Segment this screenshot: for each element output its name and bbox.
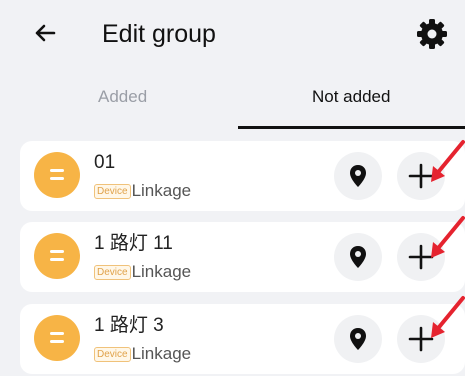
- gear-icon[interactable]: [414, 16, 450, 52]
- tab-not-added[interactable]: Not added: [312, 84, 390, 110]
- tab-added[interactable]: Added: [98, 84, 147, 110]
- location-pin-icon: [350, 165, 366, 187]
- add-device-button[interactable]: [397, 315, 445, 363]
- device-name: 01: [94, 152, 116, 173]
- device-name: 1 路灯 3: [94, 315, 164, 336]
- locate-button[interactable]: [334, 315, 382, 363]
- bulb-icon: [34, 233, 80, 279]
- plus-icon: [408, 163, 434, 189]
- locate-button[interactable]: [334, 152, 382, 200]
- header: Edit group: [0, 0, 465, 70]
- bulb-icon: [34, 152, 80, 198]
- device-card: 01 Device Linkage: [20, 141, 465, 211]
- add-device-button[interactable]: [397, 233, 445, 281]
- device-subtitle: Linkage: [131, 344, 192, 363]
- bulb-icon: [34, 315, 80, 361]
- device-subtitle: Linkage: [131, 181, 192, 200]
- device-badge: Device: [94, 264, 131, 280]
- device-badge: Device: [94, 346, 131, 362]
- device-name: 1 路灯 11: [94, 233, 173, 254]
- device-card: 1 路灯 3 Device Linkage: [20, 304, 465, 374]
- location-pin-icon: [350, 328, 366, 350]
- back-arrow-icon[interactable]: [30, 18, 60, 48]
- plus-icon: [408, 244, 434, 270]
- add-device-button[interactable]: [397, 152, 445, 200]
- plus-icon: [408, 326, 434, 352]
- location-pin-icon: [350, 246, 366, 268]
- active-tab-indicator: [238, 126, 465, 129]
- device-subtitle: Linkage: [131, 262, 192, 281]
- locate-button[interactable]: [334, 233, 382, 281]
- device-badge: Device: [94, 183, 131, 199]
- device-card: 1 路灯 11 Device Linkage: [20, 222, 465, 292]
- device-meta: Device Linkage: [94, 262, 191, 282]
- tab-bar: Added Not added: [0, 70, 465, 130]
- device-meta: Device Linkage: [94, 181, 191, 201]
- device-meta: Device Linkage: [94, 344, 191, 364]
- page-title: Edit group: [102, 20, 216, 48]
